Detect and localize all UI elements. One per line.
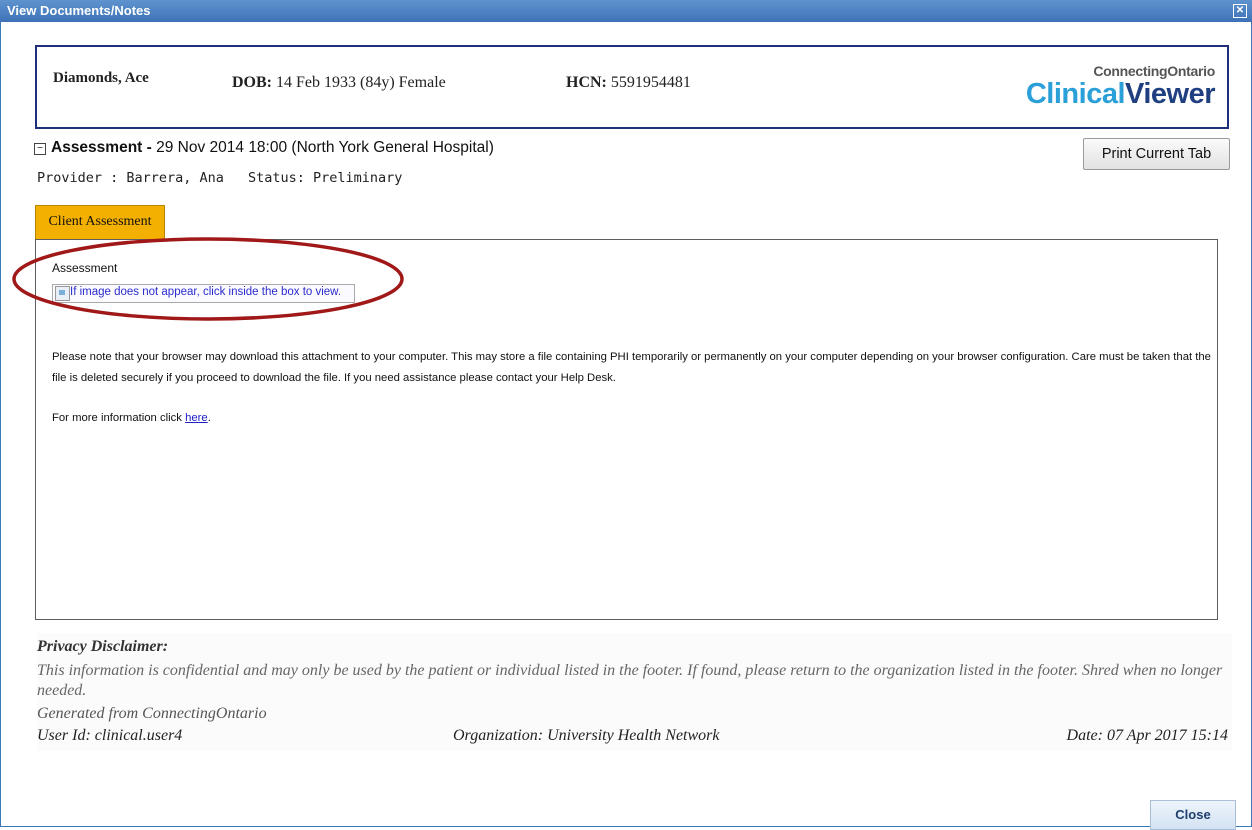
disclaimer-title: Privacy Disclaimer: (37, 638, 169, 655)
disclaimer-text: This information is confidential and may… (37, 662, 1223, 699)
disclaimer-user-id: User Id: clinical.user4 (37, 727, 183, 744)
patient-name: Diamonds, Ace (53, 70, 149, 86)
dob-label: DOB: (232, 74, 272, 91)
provider-text: Provider : Barrera, Ana (37, 170, 224, 186)
status-text: Status: Preliminary (247, 170, 403, 186)
more-info-prefix: For more information click (52, 412, 186, 424)
hcn-label: HCN: (566, 74, 607, 91)
disclaimer-generated: Generated from ConnectingOntario (37, 705, 267, 722)
provider-status-line: Provider : Barrera, Ana Status: Prelimina… (37, 170, 402, 186)
close-icon[interactable]: ✕ (1233, 4, 1247, 18)
print-current-tab-button[interactable]: Print Current Tab (1083, 138, 1230, 170)
dob-value: 14 Feb 1933 (84y) Female (276, 74, 446, 91)
document-heading-detail: 29 Nov 2014 18:00 (North York General Ho… (156, 139, 494, 156)
tab-content-panel: Assessment If image does not appear, cli… (35, 239, 1218, 620)
dialog-title: View Documents/Notes (7, 3, 151, 18)
disclaimer-organization: Organization: University Health Network (453, 727, 720, 744)
clinical-viewer-logo: ConnectingOntario ClinicalViewer (1025, 63, 1216, 110)
tab-client-assessment[interactable]: Client Assessment (35, 205, 165, 239)
broken-image-icon (55, 286, 70, 301)
assessment-image-link[interactable]: If image does not appear, click inside t… (52, 284, 355, 303)
logo-part2: Viewer (1125, 78, 1215, 110)
dialog-titlebar: View Documents/Notes ✕ (0, 0, 1252, 22)
close-button[interactable]: Close (1150, 800, 1236, 830)
patient-hcn: HCN: 5591954481 (566, 74, 691, 92)
patient-dob: DOB: 14 Feb 1933 (84y) Female (232, 74, 446, 92)
privacy-disclaimer: Privacy Disclaimer: This information is … (37, 633, 1232, 751)
collapse-toggle-icon[interactable]: − (34, 143, 46, 155)
more-info-line: For more information click here. (52, 412, 211, 424)
patient-banner: Diamonds, Ace DOB: 14 Feb 1933 (84y) Fem… (35, 45, 1229, 129)
disclaimer-date: Date: 07 Apr 2017 15:14 (1066, 727, 1228, 744)
logo-part1: Clinical (1025, 78, 1126, 110)
more-info-suffix: . (207, 412, 211, 424)
logo-bottom-text: ClinicalViewer (1025, 78, 1216, 110)
document-heading: − Assessment - 29 Nov 2014 18:00 (North Y… (34, 139, 494, 157)
more-info-link[interactable]: here (185, 412, 208, 424)
hcn-value: 5591954481 (610, 74, 691, 91)
assessment-field-label: Assessment (52, 261, 118, 275)
image-alt-text[interactable]: If image does not appear, click inside t… (70, 286, 341, 298)
document-heading-title: Assessment - (51, 139, 157, 156)
download-notice: Please note that your browser may downlo… (52, 351, 1211, 384)
logo-top-text: ConnectingOntario (1093, 63, 1215, 79)
